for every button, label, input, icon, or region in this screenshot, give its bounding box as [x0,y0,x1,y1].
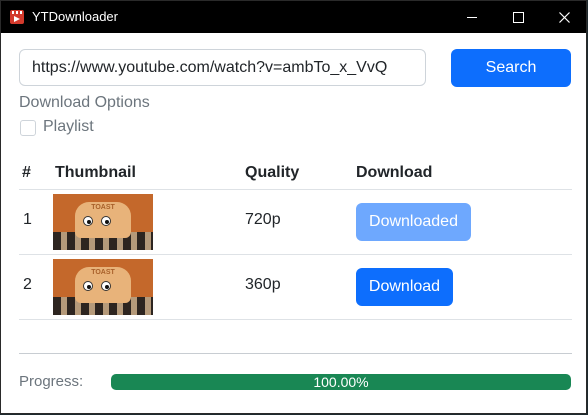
video-thumbnail: TOAST [53,259,153,315]
downloaded-button[interactable]: Downloaded [356,203,471,241]
row-divider [19,319,572,320]
app-window: YTDownloader Search Download Options Pla… [0,0,587,414]
video-thumbnail: TOAST [53,194,153,250]
progress-bar: 100.00% [111,374,571,390]
download-button[interactable]: Download [356,268,453,306]
minimize-button[interactable] [449,1,495,33]
progress-label: Progress: [19,373,84,390]
download-options-heading: Download Options [19,94,150,111]
close-button[interactable] [541,1,587,33]
maximize-icon [512,11,524,23]
row-quality: 720p [245,211,281,228]
column-header-number: # [22,164,31,181]
column-header-thumbnail: Thumbnail [55,164,136,181]
row-number: 1 [23,211,32,228]
search-button[interactable]: Search [451,49,571,87]
progress-divider [19,353,572,354]
column-header-download: Download [356,164,433,181]
progress-text: 100.00% [313,374,369,390]
title-bar[interactable]: YTDownloader [1,1,586,33]
minimize-icon [467,16,477,18]
playlist-label[interactable]: Playlist [43,118,94,136]
playlist-checkbox[interactable] [20,120,36,136]
table-row: 1 TOAST 720p Downloaded [19,189,572,254]
close-icon [558,11,570,23]
maximize-button[interactable] [495,1,541,33]
column-header-quality: Quality [245,164,300,181]
table-row: 2 TOAST 360p Download [19,254,572,319]
url-input[interactable] [19,49,426,86]
app-logo-icon [10,10,24,24]
row-number: 2 [23,276,32,293]
row-quality: 360p [245,276,281,293]
window-title: YTDownloader [32,9,118,24]
